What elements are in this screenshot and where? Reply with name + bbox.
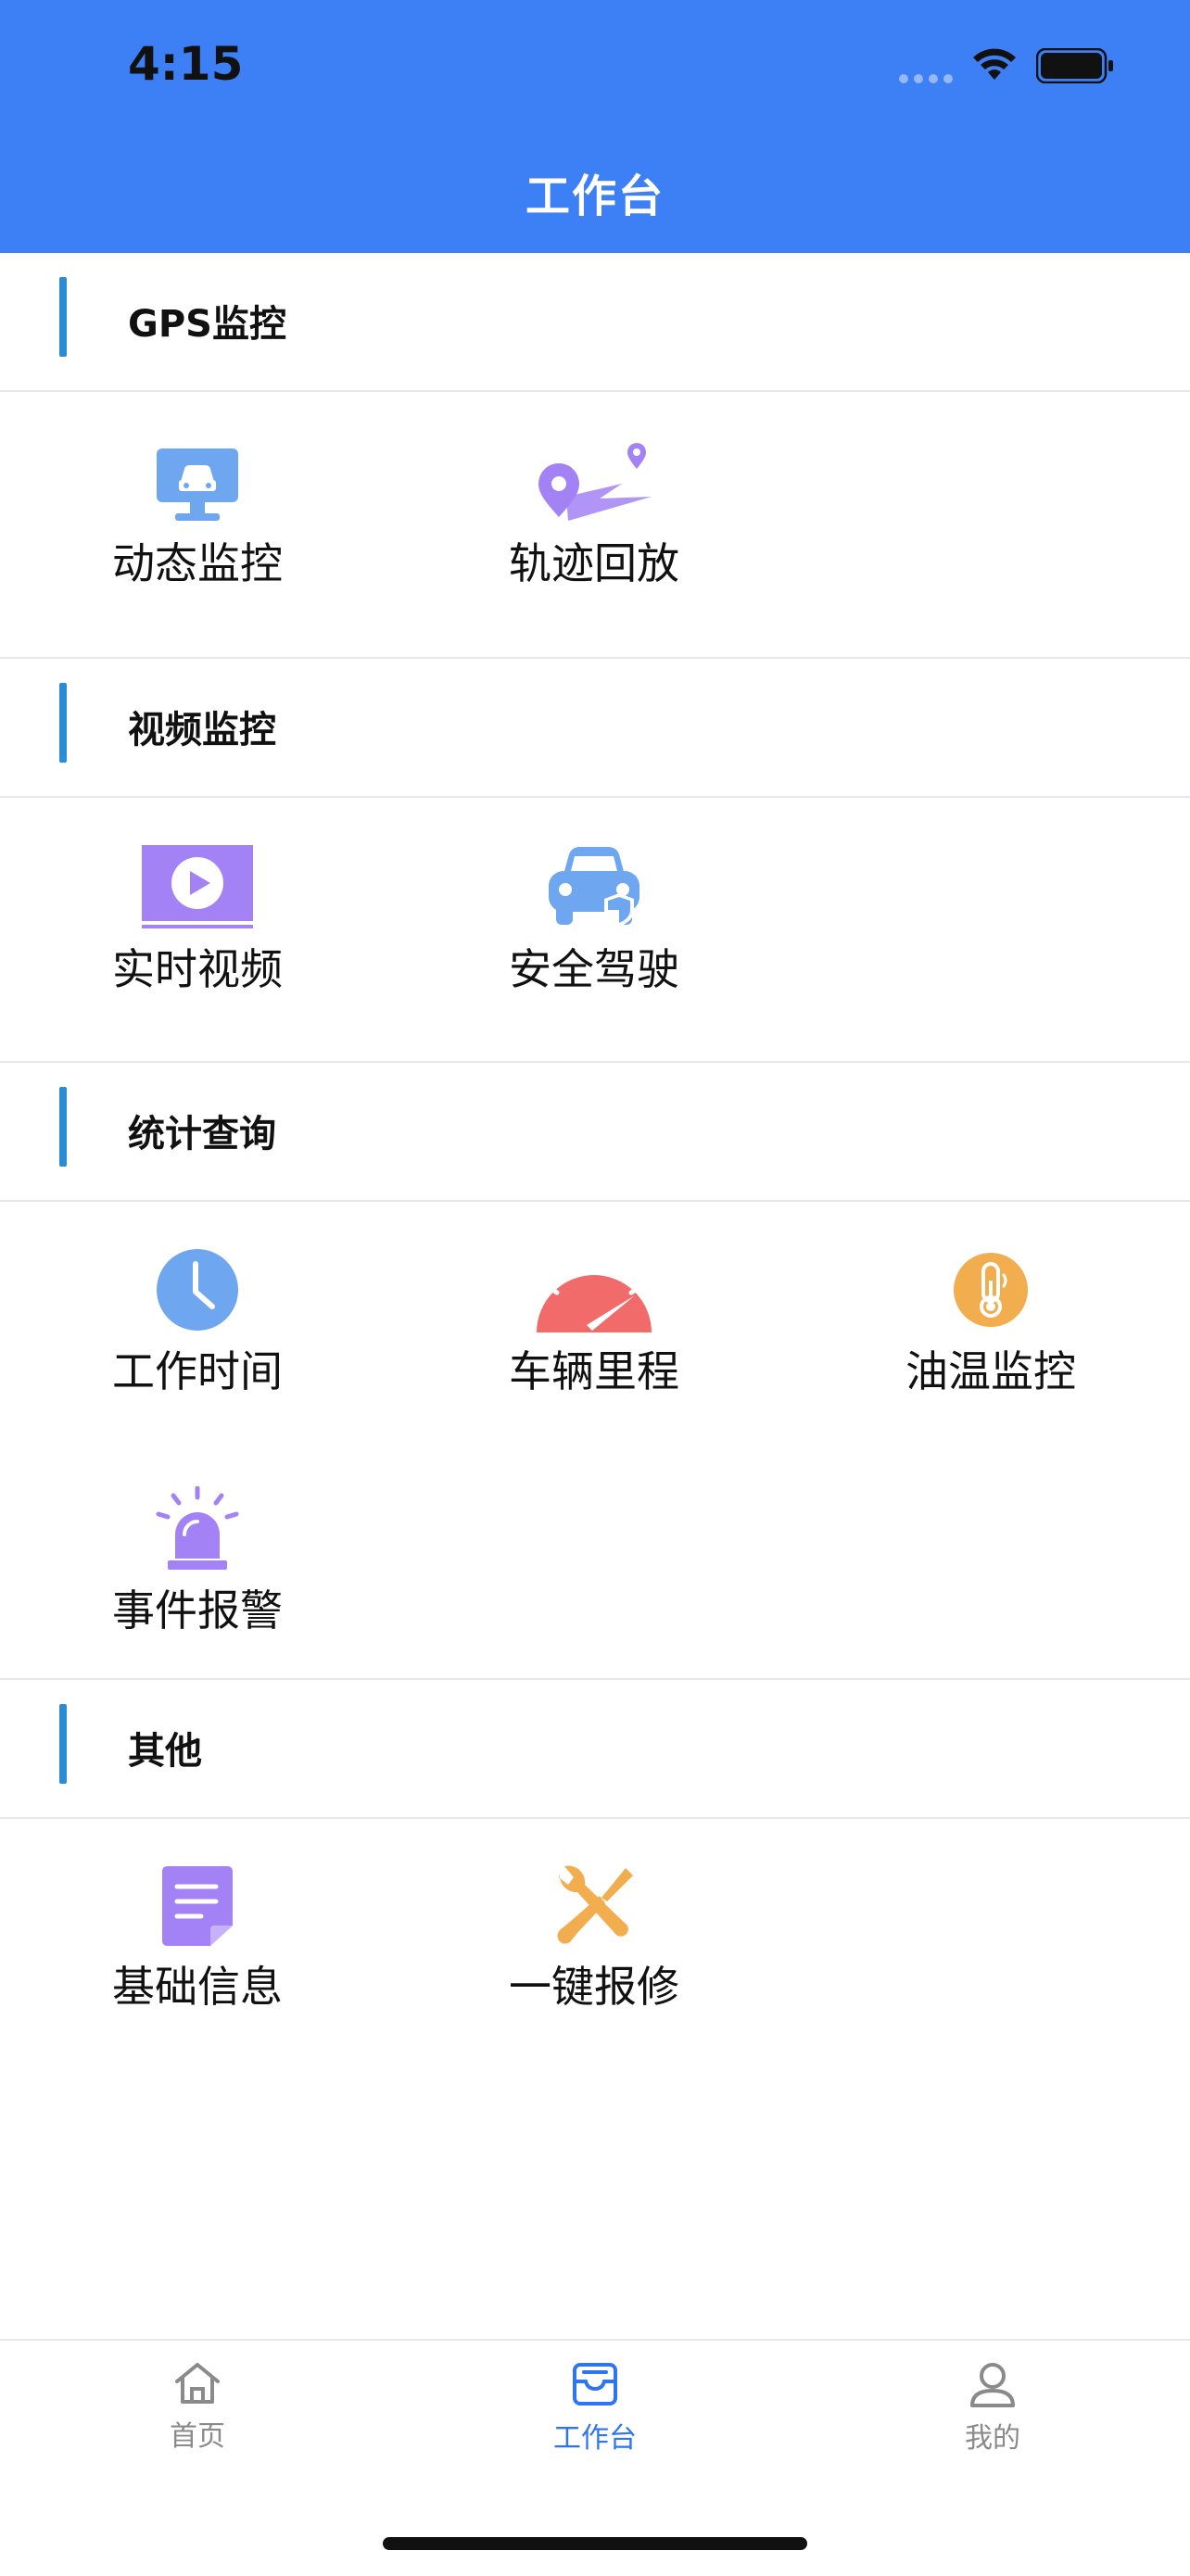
tile-vehicle-mileage[interactable]: 车辆里程 xyxy=(427,1247,761,1399)
tile-label: 车辆里程 xyxy=(509,1346,679,1396)
tab-profile[interactable]: 我的 xyxy=(900,2361,1085,2456)
tile-live-video[interactable]: 实时视频 xyxy=(31,843,364,997)
section-title: 视频监控 xyxy=(128,709,276,751)
section-title: 统计查询 xyxy=(128,1113,276,1155)
section-statistics: 统计查询 xyxy=(0,1063,1190,1202)
section-gps: GPS监控 xyxy=(0,253,1190,392)
tile-label: 油温监控 xyxy=(905,1346,1076,1396)
document-icon xyxy=(162,1866,233,1946)
header: 4:15 工作台 xyxy=(0,0,1190,253)
tile-label: 实时视频 xyxy=(112,944,283,994)
cellular-signal-icon xyxy=(899,74,955,85)
repair-tools-icon xyxy=(557,1865,633,1944)
section-accent-bar xyxy=(59,1087,67,1167)
tile-label: 事件报警 xyxy=(112,1585,283,1635)
workbench-icon xyxy=(573,2363,617,2406)
user-icon xyxy=(970,2363,1015,2407)
video-play-icon xyxy=(142,845,253,928)
tile-dynamic-monitor[interactable]: 动态监控 xyxy=(31,445,364,591)
tab-label: 首页 xyxy=(170,2420,225,2453)
status-time: 4:15 xyxy=(128,37,244,91)
wifi-icon xyxy=(973,48,1016,80)
tile-work-time[interactable]: 工作时间 xyxy=(31,1247,364,1399)
car-shield-icon xyxy=(549,847,639,927)
tile-label: 安全驾驶 xyxy=(509,944,679,994)
page-title: 工作台 xyxy=(525,170,665,222)
tile-label: 轨迹回放 xyxy=(509,538,679,588)
tab-workbench[interactable]: 工作台 xyxy=(502,2361,688,2456)
section-accent-bar xyxy=(59,277,67,357)
tile-track-playback[interactable]: 轨迹回放 xyxy=(427,441,761,591)
home-icon xyxy=(175,2363,220,2404)
tile-label: 工作时间 xyxy=(112,1346,283,1396)
tab-label: 我的 xyxy=(965,2422,1020,2455)
tile-one-click-repair[interactable]: 一键报修 xyxy=(427,1864,761,2014)
home-indicator[interactable] xyxy=(383,2537,807,2550)
thermometer-icon xyxy=(954,1253,1028,1327)
monitor-car-icon xyxy=(157,448,238,521)
tile-label: 基础信息 xyxy=(112,1962,283,2012)
route-playback-icon xyxy=(538,443,652,521)
tile-event-alarm[interactable]: 事件报警 xyxy=(31,1486,364,1638)
section-other: 其他 xyxy=(0,1680,1190,1819)
tab-label: 工作台 xyxy=(553,2422,637,2455)
section-video: 视频监控 xyxy=(0,659,1190,798)
tile-basic-info[interactable]: 基础信息 xyxy=(31,1864,364,2014)
tile-safe-driving[interactable]: 安全驾驶 xyxy=(427,843,761,997)
section-accent-bar xyxy=(59,1704,67,1784)
alarm-siren-icon xyxy=(156,1486,239,1570)
section-title: GPS监控 xyxy=(128,303,286,346)
speedometer-icon xyxy=(537,1257,652,1332)
tile-label: 一键报修 xyxy=(509,1962,679,2012)
clock-icon xyxy=(157,1249,238,1331)
tile-label: 动态监控 xyxy=(112,538,283,588)
tile-oil-temp[interactable]: 油温监控 xyxy=(824,1247,1158,1399)
tab-home[interactable]: 首页 xyxy=(105,2361,290,2454)
section-accent-bar xyxy=(59,683,67,763)
section-title: 其他 xyxy=(128,1730,202,1773)
battery-icon xyxy=(1036,48,1113,83)
